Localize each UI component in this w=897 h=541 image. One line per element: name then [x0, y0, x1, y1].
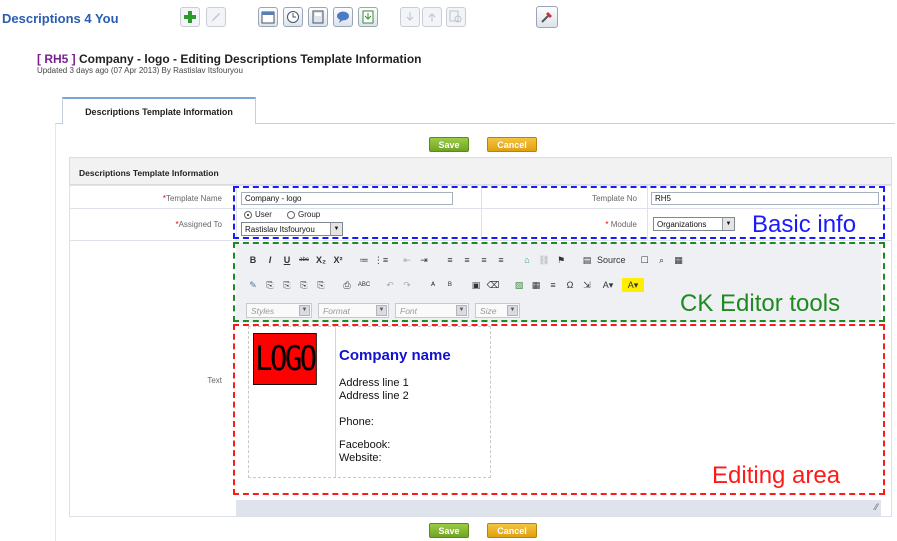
- export-up-button[interactable]: [422, 6, 442, 28]
- cancel-button-top[interactable]: Cancel: [487, 137, 537, 152]
- edit-button[interactable]: [206, 6, 226, 28]
- clock-button[interactable]: [283, 6, 303, 28]
- editor-resize-bar: ⁄⁄: [236, 500, 881, 516]
- calculator-icon: [308, 7, 328, 27]
- calculator-button[interactable]: [308, 6, 328, 28]
- find-duplicates-button[interactable]: [446, 6, 466, 28]
- divider: [891, 185, 892, 516]
- ck-tools-annotation-label: CK Editor tools: [680, 290, 841, 317]
- app-brand[interactable]: Descriptions 4 You: [2, 11, 119, 26]
- resize-handle-icon[interactable]: ⁄⁄: [875, 502, 878, 512]
- record-id: [ RH5 ]: [37, 52, 76, 66]
- add-icon: [180, 7, 200, 27]
- cancel-button-bottom[interactable]: Cancel: [487, 523, 537, 538]
- calendar-button[interactable]: [258, 6, 278, 28]
- save-button-top[interactable]: Save: [429, 137, 469, 152]
- chat-icon: [333, 7, 353, 27]
- calendar-icon: [258, 7, 278, 27]
- divider: [69, 240, 892, 241]
- settings-button[interactable]: [536, 6, 558, 28]
- editing-area-annotation-label: Editing area: [712, 462, 841, 489]
- divider: [69, 185, 70, 516]
- export-up-icon: [422, 7, 442, 27]
- import-button[interactable]: [358, 6, 378, 28]
- divider: [69, 516, 892, 517]
- text-label: Text: [207, 376, 222, 385]
- tab-descriptions-template-information[interactable]: Descriptions Template Information: [62, 97, 256, 124]
- clock-icon: [283, 7, 303, 27]
- record-title: Company - logo - Editing Descriptions Te…: [79, 52, 422, 66]
- page-title: [ RH5 ] Company - logo - Editing Descrip…: [37, 52, 421, 66]
- template-name-label: *Template Name: [162, 194, 222, 203]
- export-down-button[interactable]: [400, 6, 420, 28]
- app-window: Descriptions 4 You [RH5] Company - log…: [0, 0, 897, 541]
- record-updated: Updated 3 days ago (07 Apr 2013) By Rast…: [37, 66, 243, 75]
- export-down-icon: [400, 7, 420, 27]
- section-header: Descriptions Template Information: [69, 157, 892, 185]
- settings-tool-icon: [536, 6, 558, 28]
- basic-info-annotation-label: Basic info: [752, 211, 857, 238]
- save-button-bottom[interactable]: Save: [429, 523, 469, 538]
- chat-button[interactable]: [333, 6, 353, 28]
- find-duplicates-icon: [446, 7, 466, 27]
- import-icon: [358, 7, 378, 27]
- assigned-to-label: *Assigned To: [175, 220, 222, 229]
- edit-icon: [206, 7, 226, 27]
- add-button[interactable]: [180, 6, 200, 28]
